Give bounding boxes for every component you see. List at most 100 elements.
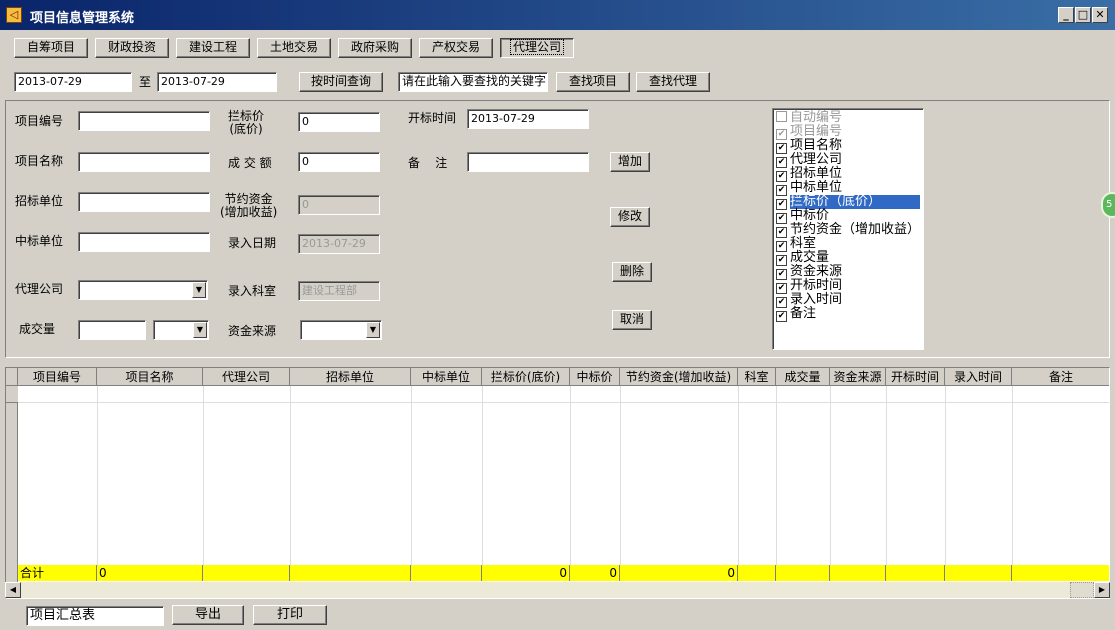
column-visibility-list[interactable]: 自动编号 ✔ 项目编号 ✔ 项目名称 ✔ 代理公司 ✔ 招标单位 ✔ 中标单位 ✔ 拦标价（…	[772, 108, 924, 350]
tab-self-funded[interactable]: 自筹项目	[14, 38, 88, 58]
grid-header-cell[interactable]: 备注	[1012, 368, 1109, 386]
date-from-input[interactable]: 2013-07-29	[14, 72, 132, 92]
report-name-input[interactable]: 项目汇总表	[26, 606, 164, 626]
grid-header-cell[interactable]: 招标单位	[290, 368, 411, 386]
column-check-deal-volume[interactable]: ✔ 成交量	[776, 251, 923, 266]
deal-volume-input[interactable]	[78, 320, 146, 340]
print-button[interactable]: 打印	[253, 605, 327, 625]
data-grid[interactable]: 项目编号 项目名称 代理公司 招标单位 中标单位 拦标价(底价) 中标价 节约资…	[5, 367, 1110, 599]
deal-amount-label: 成 交 额	[228, 156, 272, 170]
tab-gov-procurement[interactable]: 政府采购	[338, 38, 412, 58]
scrollbar-thumb[interactable]	[1070, 582, 1094, 598]
fund-source-select[interactable]: ▼	[300, 320, 382, 340]
grid-header-cell[interactable]: 科室	[738, 368, 776, 386]
grid-header-cell[interactable]: 拦标价(底价)	[482, 368, 570, 386]
grid-header-cell[interactable]: 项目编号	[18, 368, 97, 386]
column-check-label: 科室	[790, 236, 817, 251]
tab-construction[interactable]: 建设工程	[176, 38, 250, 58]
grid-header-cell[interactable]: 节约资金(增加收益)	[620, 368, 738, 386]
open-time-input[interactable]: 2013-07-29	[467, 109, 589, 129]
tender-unit-label: 招标单位	[15, 194, 64, 208]
tab-fiscal-investment[interactable]: 财政投资	[95, 38, 169, 58]
keyword-input[interactable]: 请在此输入要查找的关键字	[398, 72, 548, 92]
savings-input: 0	[298, 195, 380, 215]
grid-separator	[1012, 386, 1013, 566]
deal-amount-input[interactable]: 0	[298, 152, 380, 172]
find-project-button[interactable]: 查找项目	[556, 72, 630, 92]
chevron-down-icon[interactable]: ▼	[193, 322, 207, 338]
column-check-label: 项目编号	[790, 124, 843, 139]
total-fund-source	[830, 565, 886, 581]
total-winning-price: 0	[570, 565, 620, 581]
remarks-input[interactable]	[467, 152, 589, 172]
checkmark-icon[interactable]: ✔	[776, 311, 787, 322]
column-check-label: 拦标价（底价）	[790, 195, 920, 209]
to-label: 至	[139, 75, 152, 89]
add-button[interactable]: 增加	[610, 152, 650, 172]
chevron-down-icon[interactable]: ▼	[366, 322, 380, 338]
date-to-input[interactable]: 2013-07-29	[157, 72, 277, 92]
column-check-project-no[interactable]: ✔ 项目编号	[776, 124, 923, 140]
ceiling-price-input[interactable]: 0	[298, 112, 380, 132]
scrollbar-track[interactable]	[21, 582, 1078, 598]
column-check-auto-no[interactable]: 自动编号	[776, 111, 923, 125]
tab-agent-company[interactable]: 代理公司	[500, 38, 574, 58]
chevron-down-icon[interactable]: ▼	[192, 282, 206, 298]
edit-button[interactable]: 修改	[610, 207, 650, 227]
winner-unit-input[interactable]	[78, 232, 210, 252]
grid-header-cell[interactable]: 中标价	[570, 368, 620, 386]
grid-header-cell[interactable]: 中标单位	[411, 368, 482, 386]
total-remarks	[1012, 565, 1109, 581]
column-check-remarks[interactable]: ✔ 备注	[776, 307, 923, 322]
tab-property-rights[interactable]: 产权交易	[419, 38, 493, 58]
grid-header-cell[interactable]: 录入时间	[945, 368, 1012, 386]
grid-header-cell[interactable]: 代理公司	[203, 368, 290, 386]
export-button[interactable]: 导出	[172, 605, 244, 625]
project-no-input[interactable]	[78, 111, 210, 131]
total-winner-unit	[411, 565, 482, 581]
grid-separator	[97, 386, 98, 566]
column-check-label: 自动编号	[790, 110, 843, 125]
horizontal-scrollbar[interactable]: ◀ ▶	[5, 582, 1110, 598]
grid-header-cell[interactable]: 开标时间	[886, 368, 945, 386]
column-check-open-time[interactable]: ✔ 开标时间	[776, 279, 923, 294]
column-check-dept[interactable]: ✔ 科室	[776, 236, 923, 252]
checkbox-icon[interactable]	[776, 111, 787, 122]
ceiling-price-label: 拦标价 (底价)	[228, 110, 264, 136]
grid-header-cell[interactable]: 资金来源	[830, 368, 886, 386]
delete-button[interactable]: 删除	[612, 262, 652, 282]
column-check-winning-price[interactable]: ✔ 中标价	[776, 208, 923, 224]
column-check-project-name[interactable]: ✔ 项目名称	[776, 139, 923, 154]
minimize-icon[interactable]: _	[1058, 7, 1074, 23]
scroll-left-icon[interactable]: ◀	[5, 582, 21, 598]
grid-header-cell[interactable]: 成交量	[776, 368, 830, 386]
tab-land-transaction[interactable]: 土地交易	[257, 38, 331, 58]
deal-volume-unit-select[interactable]: ▼	[153, 320, 209, 340]
grid-empty-row[interactable]	[18, 386, 1109, 403]
column-check-agent-company[interactable]: ✔ 代理公司	[776, 153, 923, 168]
cancel-button[interactable]: 取消	[612, 310, 652, 330]
entry-dept-input: 建设工程部	[298, 281, 380, 301]
column-check-tender-unit[interactable]: ✔ 招标单位	[776, 167, 923, 182]
column-check-winner-unit[interactable]: ✔ 中标单位	[776, 181, 923, 196]
find-agent-button[interactable]: 查找代理	[636, 72, 710, 92]
column-check-fund-source[interactable]: ✔ 资金来源	[776, 265, 923, 280]
side-badge[interactable]: 5	[1101, 192, 1115, 218]
fund-source-label: 资金来源	[228, 324, 277, 338]
column-check-entry-time[interactable]: ✔ 录入时间	[776, 293, 923, 308]
column-check-ceiling-price[interactable]: ✔ 拦标价（底价）	[776, 195, 923, 210]
maximize-icon[interactable]: □	[1075, 7, 1091, 23]
entry-date-input: 2013-07-29	[298, 234, 380, 254]
close-icon[interactable]: ✕	[1092, 7, 1108, 23]
project-name-input[interactable]	[78, 152, 210, 172]
time-query-button[interactable]: 按时间查询	[299, 72, 383, 92]
tender-unit-input[interactable]	[78, 192, 210, 212]
scroll-right-icon[interactable]: ▶	[1094, 582, 1110, 598]
column-check-savings[interactable]: ✔ 节约资金（增加收益）	[776, 223, 923, 238]
column-check-label: 中标价	[790, 208, 830, 223]
total-deal-volume	[776, 565, 830, 581]
agent-company-select[interactable]: ▼	[78, 280, 208, 300]
grid-header-cell[interactable]: 项目名称	[97, 368, 203, 386]
remarks-label: 备 注	[408, 156, 448, 170]
total-dept	[738, 565, 776, 581]
